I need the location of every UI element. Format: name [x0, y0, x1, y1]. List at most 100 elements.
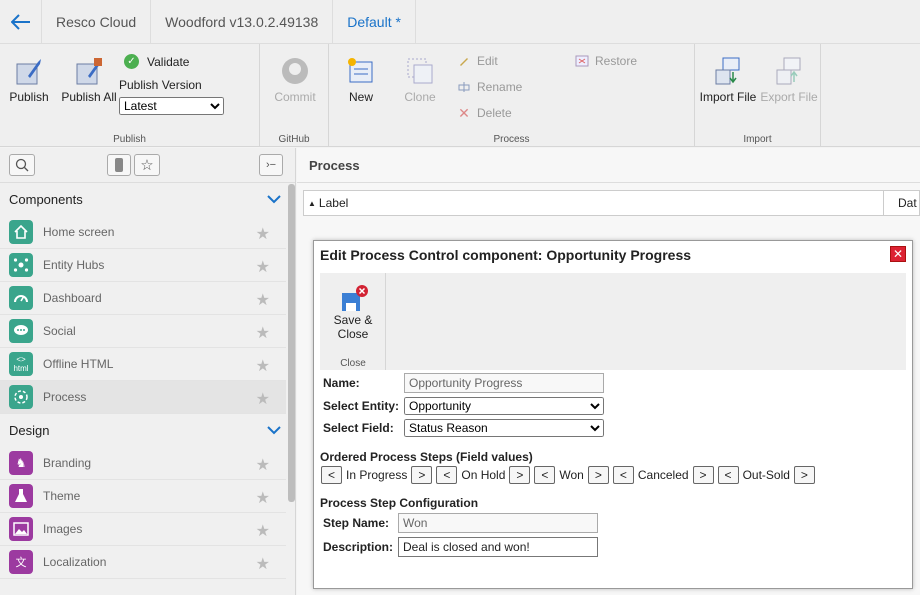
- move-left-button[interactable]: <: [321, 466, 342, 484]
- publish-rocket-icon: [14, 56, 44, 86]
- collapse-panel-button[interactable]: ›−: [259, 154, 283, 176]
- step-name-label: Step Name:: [323, 516, 390, 530]
- dialog-title: Edit Process Control component: Opportun…: [320, 247, 692, 263]
- publish-all-button[interactable]: Publish All: [60, 56, 118, 104]
- search-button[interactable]: [9, 154, 35, 176]
- rename-button[interactable]: Rename: [457, 80, 522, 94]
- step-item[interactable]: Won: [559, 468, 583, 482]
- star-outline-icon: ☆: [140, 157, 154, 174]
- favorite-star-icon[interactable]: ★: [256, 554, 270, 574]
- save-close-button[interactable]: Save & Close: [324, 285, 382, 341]
- step-item[interactable]: Canceled: [638, 468, 689, 482]
- favorites-button[interactable]: ☆: [134, 154, 160, 176]
- top-bar: Resco Cloud Woodford v13.0.2.49138 Defau…: [0, 0, 920, 44]
- left-panel-toolbar: ☆ ›−: [0, 148, 295, 183]
- favorite-star-icon[interactable]: ★: [256, 323, 270, 343]
- new-button[interactable]: New: [339, 56, 383, 104]
- sidebar-item-process[interactable]: Process ★: [0, 381, 286, 414]
- left-panel: ☆ ›− Components Home screen ★ Entity Hub…: [0, 148, 296, 595]
- close-group-label: Close: [340, 358, 366, 369]
- chess-knight-icon: ♞: [9, 451, 33, 475]
- sidebar-item-localization[interactable]: 文 Localization ★: [0, 546, 286, 579]
- step-item[interactable]: In Progress: [346, 468, 407, 482]
- column-date[interactable]: Dat: [884, 196, 917, 210]
- move-right-button[interactable]: >: [411, 466, 433, 484]
- edit-button[interactable]: Edit: [457, 54, 498, 68]
- column-label[interactable]: ▲ Label: [304, 191, 884, 215]
- github-icon: [280, 56, 310, 86]
- edit-process-dialog: Edit Process Control component: Opportun…: [313, 240, 913, 589]
- export-file-button[interactable]: Export File: [759, 56, 819, 104]
- publish-version-select[interactable]: Latest: [119, 97, 224, 115]
- new-process-icon: [346, 56, 376, 86]
- sidebar-item-branding[interactable]: ♞ Branding ★: [0, 447, 286, 480]
- favorite-star-icon[interactable]: ★: [256, 356, 270, 376]
- page-title: Process: [297, 148, 920, 183]
- publish-button[interactable]: Publish: [8, 56, 50, 104]
- export-file-icon: [774, 56, 804, 86]
- move-right-button[interactable]: >: [692, 466, 714, 484]
- sidebar-item-social[interactable]: Social ★: [0, 315, 286, 348]
- clone-button[interactable]: Clone: [399, 56, 441, 104]
- back-button[interactable]: [0, 0, 42, 44]
- select-entity-dropdown[interactable]: Opportunity: [404, 397, 604, 415]
- move-left-button[interactable]: <: [436, 466, 458, 484]
- device-button[interactable]: [107, 154, 131, 176]
- move-right-button[interactable]: >: [587, 466, 609, 484]
- publish-all-icon: [74, 56, 104, 86]
- move-right-button[interactable]: >: [793, 466, 815, 484]
- sort-up-icon: ▲: [308, 198, 316, 208]
- breadcrumb-project[interactable]: Default *: [333, 0, 416, 44]
- description-label: Description:: [323, 540, 394, 554]
- select-field-dropdown[interactable]: Status Reason: [404, 419, 604, 437]
- sidebar-item-offline-html[interactable]: <> html Offline HTML ★: [0, 348, 286, 381]
- favorite-star-icon[interactable]: ★: [256, 455, 270, 475]
- delete-x-icon: ✕: [458, 104, 470, 121]
- favorite-star-icon[interactable]: ★: [256, 224, 270, 244]
- html-code-icon: <> html: [9, 352, 33, 376]
- section-design[interactable]: Design: [0, 414, 295, 447]
- breadcrumb-woodford-version[interactable]: Woodford v13.0.2.49138: [151, 0, 334, 44]
- validate-button[interactable]: ✓ Validate: [124, 54, 189, 69]
- move-left-button[interactable]: <: [717, 466, 739, 484]
- process-steps-list: < In Progress > < On Hold > < Won > < Ca…: [321, 466, 819, 484]
- restore-icon: [575, 54, 589, 68]
- save-close-icon: [340, 285, 368, 311]
- process-group: New Clone Edit Rename ✕ Delete Restore P…: [329, 44, 695, 147]
- close-icon[interactable]: ✕: [890, 246, 906, 262]
- select-field-label: Select Field:: [323, 421, 394, 435]
- step-item[interactable]: On Hold: [461, 468, 505, 482]
- sidebar-item-images[interactable]: Images ★: [0, 513, 286, 546]
- section-components[interactable]: Components: [0, 183, 295, 216]
- name-input[interactable]: [404, 373, 604, 393]
- favorite-star-icon[interactable]: ★: [256, 257, 270, 277]
- favorite-star-icon[interactable]: ★: [256, 290, 270, 310]
- move-left-button[interactable]: <: [612, 466, 634, 484]
- sidebar-item-theme[interactable]: Theme ★: [0, 480, 286, 513]
- rename-icon: [457, 80, 471, 94]
- sidebar-item-dashboard[interactable]: Dashboard ★: [0, 282, 286, 315]
- arrow-left-icon: [10, 14, 30, 30]
- chevron-down-icon: [267, 426, 281, 435]
- description-input[interactable]: [398, 537, 598, 557]
- favorite-star-icon[interactable]: ★: [256, 389, 270, 409]
- import-file-button[interactable]: Import File: [699, 56, 757, 104]
- grid-header: ▲ Label Dat: [303, 190, 920, 216]
- ordered-steps-title: Ordered Process Steps (Field values): [320, 450, 533, 464]
- sidebar-item-entity-hubs[interactable]: Entity Hubs ★: [0, 249, 286, 282]
- delete-button[interactable]: ✕ Delete: [457, 104, 512, 121]
- import-file-icon: [713, 56, 743, 86]
- sidebar-item-home-screen[interactable]: Home screen ★: [0, 216, 286, 249]
- move-left-button[interactable]: <: [534, 466, 556, 484]
- move-right-button[interactable]: >: [509, 466, 531, 484]
- step-item[interactable]: Out-Sold: [743, 468, 790, 482]
- commit-button[interactable]: Commit: [272, 56, 318, 104]
- favorite-star-icon[interactable]: ★: [256, 488, 270, 508]
- left-panel-scrollbar[interactable]: [288, 184, 295, 502]
- phone-icon: [115, 158, 123, 172]
- favorite-star-icon[interactable]: ★: [256, 521, 270, 541]
- flask-icon: [9, 484, 33, 508]
- step-name-input[interactable]: [398, 513, 598, 533]
- restore-button[interactable]: Restore: [575, 54, 637, 68]
- breadcrumb-resco-cloud[interactable]: Resco Cloud: [42, 0, 152, 44]
